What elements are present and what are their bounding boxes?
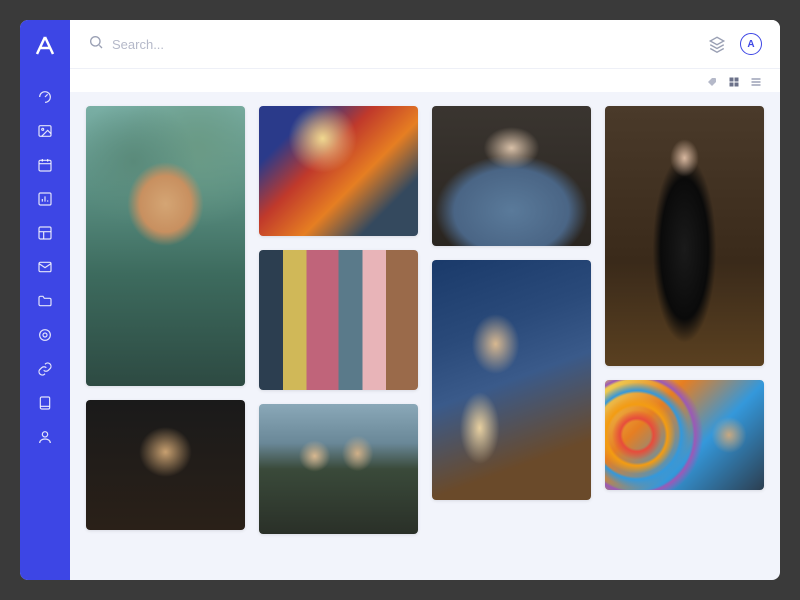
gallery-tile-wood[interactable] xyxy=(259,404,418,534)
mail-icon[interactable] xyxy=(36,258,54,276)
gallery-tile-davinci[interactable] xyxy=(86,400,245,530)
calendar-icon[interactable] xyxy=(36,156,54,174)
app-window: A xyxy=(20,20,780,580)
layout-icon[interactable] xyxy=(36,224,54,242)
artwork-thumbnail xyxy=(605,380,764,490)
link-icon[interactable] xyxy=(36,360,54,378)
search-box xyxy=(88,34,696,55)
gauge-icon[interactable] xyxy=(36,88,54,106)
gallery-tile-van-gogh[interactable] xyxy=(86,106,245,386)
artwork-thumbnail xyxy=(432,260,591,500)
gallery-tile-botticelli[interactable] xyxy=(432,260,591,500)
view-toolbar xyxy=(70,68,780,92)
artwork-thumbnail xyxy=(432,106,591,246)
user-icon[interactable] xyxy=(36,428,54,446)
topbar: A xyxy=(70,20,780,68)
search-icon xyxy=(88,34,104,55)
artwork-thumbnail xyxy=(605,106,764,366)
gallery[interactable] xyxy=(70,92,780,580)
avatar[interactable]: A xyxy=(740,33,762,55)
grid-view-icon[interactable] xyxy=(728,75,740,87)
target-icon[interactable] xyxy=(36,326,54,344)
artwork-thumbnail xyxy=(259,404,418,534)
main-panel: A xyxy=(70,20,780,580)
book-icon[interactable] xyxy=(36,394,54,412)
folder-icon[interactable] xyxy=(36,292,54,310)
masonry-grid xyxy=(86,106,764,534)
gallery-tile-sargent[interactable] xyxy=(605,106,764,366)
gallery-tile-cubist[interactable] xyxy=(259,106,418,236)
gallery-tile-signac[interactable] xyxy=(605,380,764,490)
list-view-icon[interactable] xyxy=(750,75,762,87)
gallery-tile-klee[interactable] xyxy=(259,250,418,390)
search-input[interactable] xyxy=(112,37,696,52)
tag-view-icon[interactable] xyxy=(706,75,718,87)
artwork-thumbnail xyxy=(86,400,245,530)
chart-icon[interactable] xyxy=(36,190,54,208)
topbar-actions: A xyxy=(708,33,762,55)
layers-icon[interactable] xyxy=(708,35,726,53)
artwork-thumbnail xyxy=(86,106,245,386)
sidebar xyxy=(20,20,70,580)
app-logo[interactable] xyxy=(33,34,57,58)
gallery-tile-ingres[interactable] xyxy=(432,106,591,246)
artwork-thumbnail xyxy=(259,250,418,390)
image-icon[interactable] xyxy=(36,122,54,140)
artwork-thumbnail xyxy=(259,106,418,236)
